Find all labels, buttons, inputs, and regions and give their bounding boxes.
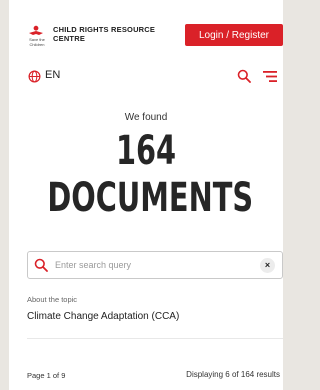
- divider: [27, 338, 283, 339]
- page-indicator: Page 1 of 9: [27, 371, 66, 380]
- globe-icon[interactable]: [28, 70, 41, 83]
- login-register-button[interactable]: Login / Register: [185, 24, 283, 46]
- documents-label: DOCUMENTS: [47, 175, 254, 221]
- results-count: 164: [115, 128, 177, 174]
- page-frame: Save the Children CHILD RIGHTS RESOURCE …: [9, 0, 283, 390]
- topic-label: About the topic: [27, 295, 78, 304]
- logo-small-text: Save the Children: [29, 37, 45, 47]
- search-icon[interactable]: [237, 69, 251, 83]
- topic-value: Climate Change Adaptation (CCA): [27, 311, 180, 322]
- search-input[interactable]: [55, 256, 245, 274]
- site-title-line-2: CENTRE: [53, 34, 86, 43]
- site-title[interactable]: CHILD RIGHTS RESOURCE CENTRE: [53, 25, 173, 43]
- site-title-line-1: CHILD RIGHTS RESOURCE: [53, 25, 156, 34]
- search-icon: [34, 258, 48, 272]
- close-icon[interactable]: ×: [260, 258, 275, 273]
- found-label: We found: [124, 112, 168, 123]
- results-displaying: Displaying 6 of 164 results: [186, 370, 280, 379]
- language-selector[interactable]: EN: [45, 69, 60, 81]
- menu-icon[interactable]: [263, 71, 277, 82]
